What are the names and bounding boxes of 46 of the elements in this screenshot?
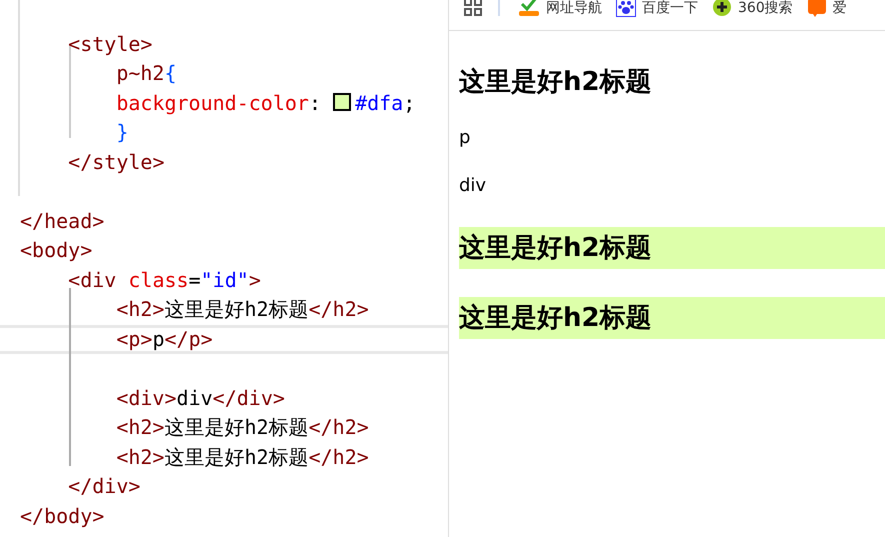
highlighted-heading: 这里是好h2标题 xyxy=(459,227,885,269)
tag-token: <style> xyxy=(68,32,152,56)
tag-token: </p> xyxy=(164,326,213,350)
tag-token: </style> xyxy=(68,150,164,174)
tag-token: p~h2 xyxy=(116,61,164,85)
tag-token: </h2> xyxy=(308,297,369,321)
tag-token: <body> xyxy=(20,238,92,262)
text-token: div xyxy=(176,386,213,410)
bookmark-link[interactable]: 网址导航 xyxy=(518,0,602,17)
bookmark-link[interactable]: 360搜索 xyxy=(712,0,793,17)
text-token: 这里是好h2标题 xyxy=(164,444,309,468)
tag-token: </h2> xyxy=(308,415,369,439)
tag-token: > xyxy=(248,268,261,292)
checkmark-icon xyxy=(518,0,540,17)
tag-token: </div> xyxy=(212,386,285,410)
paragraph-text: p xyxy=(459,127,472,149)
tag-token: <p> xyxy=(116,326,152,350)
text-token: ; xyxy=(403,90,416,114)
page-heading: 这里是好h2标题 xyxy=(459,66,653,99)
text-token: = xyxy=(188,268,201,292)
tag-token: </body> xyxy=(20,504,104,528)
apps-grid-icon[interactable] xyxy=(464,0,482,16)
brace-token: { xyxy=(164,61,177,85)
text-token: 这里是好h2标题 xyxy=(164,415,309,439)
tag-token: <h2> xyxy=(116,297,164,321)
color-swatch[interactable] xyxy=(333,92,352,110)
bookmark-link[interactable]: 百度一下 xyxy=(616,0,698,17)
value-token: "id" xyxy=(200,268,249,292)
tag-token: </head> xyxy=(20,208,104,232)
bookmark-link[interactable]: 爱 xyxy=(806,0,847,17)
attribute-token: class xyxy=(128,268,189,292)
text-token: 这里是好h2标题 xyxy=(164,297,309,321)
brace-token: } xyxy=(116,120,128,144)
tag-token: <h2> xyxy=(116,444,164,468)
text-token: : xyxy=(308,90,322,114)
value-token: #dfa xyxy=(355,90,404,114)
text-token: p xyxy=(152,326,164,350)
tag-token: <div xyxy=(68,268,118,292)
shopping-icon xyxy=(806,0,827,17)
tag-token: <div> xyxy=(116,386,177,410)
tag-token: <h2> xyxy=(116,415,164,439)
highlighted-heading: 这里是好h2标题 xyxy=(459,297,885,339)
tag-token: </div> xyxy=(68,474,140,498)
tag-token: </h2> xyxy=(308,444,369,468)
attribute-token: background-color xyxy=(116,90,309,114)
div-text: div xyxy=(459,175,488,197)
